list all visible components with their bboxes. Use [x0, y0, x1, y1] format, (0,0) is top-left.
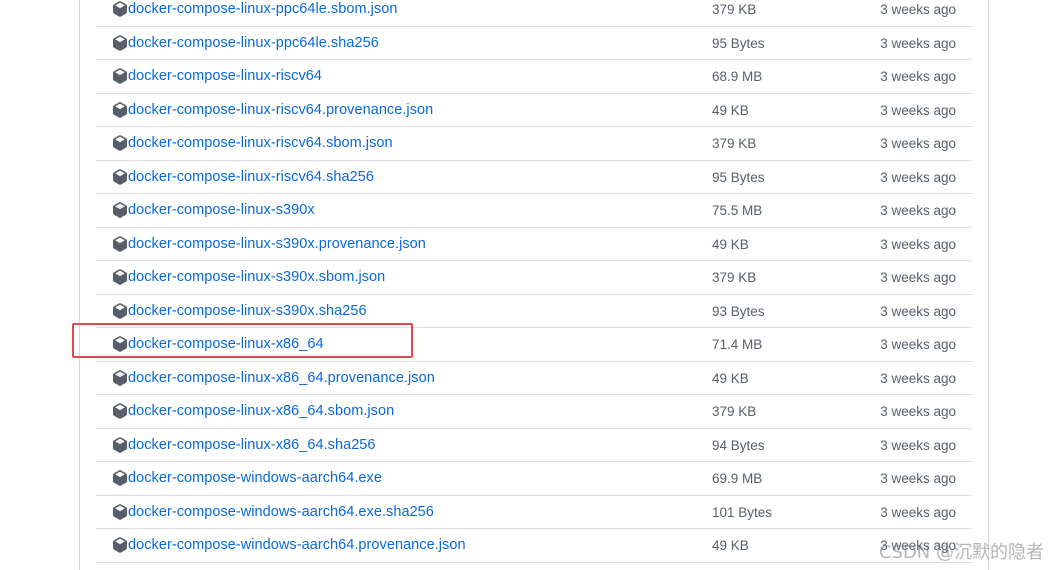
package-icon — [113, 202, 127, 218]
asset-name-link[interactable]: docker-compose-linux-riscv64.sbom.json — [128, 135, 393, 151]
asset-date: 3 weeks ago — [880, 270, 956, 285]
asset-list: docker-compose-linux-ppc64le.sbom.json 3… — [96, 0, 972, 563]
asset-date: 3 weeks ago — [880, 303, 956, 319]
asset-name-link[interactable]: docker-compose-windows-aarch64.exe — [128, 470, 382, 486]
package-icon — [113, 1, 127, 17]
asset-row: docker-compose-linux-ppc64le.sbom.json 3… — [96, 0, 972, 27]
asset-size: 95 Bytes — [712, 169, 765, 185]
asset-date: 3 weeks ago — [880, 2, 956, 17]
package-icon — [113, 470, 127, 486]
asset-row-highlighted: docker-compose-linux-x86_64 71.4 MB 3 we… — [96, 328, 972, 362]
asset-size: 68.9 MB — [712, 69, 763, 84]
package-icon — [113, 403, 127, 419]
asset-date: 3 weeks ago — [880, 337, 956, 352]
asset-row: docker-compose-windows-aarch64.provenanc… — [96, 529, 972, 563]
asset-date: 3 weeks ago — [880, 169, 956, 185]
package-icon — [113, 369, 127, 386]
asset-name-link[interactable]: docker-compose-linux-x86_64.sha256 — [128, 437, 376, 453]
asset-date: 3 weeks ago — [880, 370, 956, 386]
asset-row: docker-compose-linux-x86_64.sbom.json 37… — [96, 395, 972, 429]
asset-date: 3 weeks ago — [880, 236, 956, 252]
asset-row: docker-compose-windows-aarch64.exe 69.9 … — [96, 462, 972, 496]
asset-name-link[interactable]: docker-compose-linux-riscv64.sha256 — [128, 169, 374, 185]
asset-size: 379 KB — [712, 270, 757, 285]
package-icon — [113, 135, 127, 151]
asset-date: 3 weeks ago — [880, 404, 956, 419]
asset-row: docker-compose-linux-s390x.provenance.js… — [96, 228, 972, 261]
package-icon — [113, 269, 127, 285]
asset-name-link[interactable]: docker-compose-linux-s390x.sha256 — [128, 303, 367, 319]
asset-row: docker-compose-linux-s390x.sbom.json 379… — [96, 261, 972, 295]
asset-size: 379 KB — [712, 2, 757, 17]
asset-date: 3 weeks ago — [880, 471, 956, 486]
asset-size: 379 KB — [712, 404, 757, 419]
asset-name-link[interactable]: docker-compose-linux-x86_64.provenance.j… — [128, 370, 435, 386]
asset-name-link[interactable]: docker-compose-linux-s390x.provenance.js… — [128, 236, 426, 252]
asset-name-link[interactable]: docker-compose-linux-riscv64 — [128, 68, 322, 84]
package-icon — [113, 101, 127, 118]
package-icon — [113, 436, 127, 453]
package-icon — [113, 302, 127, 319]
asset-size: 93 Bytes — [712, 303, 765, 319]
asset-size: 101 Bytes — [712, 504, 773, 520]
asset-name-link[interactable]: docker-compose-linux-ppc64le.sha256 — [128, 35, 379, 51]
asset-row: docker-compose-linux-x86_64.provenance.j… — [96, 362, 972, 395]
release-assets-page: docker-compose-linux-ppc64le.sbom.json 3… — [0, 0, 1048, 570]
asset-date: 3 weeks ago — [880, 437, 956, 453]
asset-date: 3 weeks ago — [880, 203, 956, 218]
asset-name-link[interactable]: docker-compose-linux-riscv64.provenance.… — [128, 102, 433, 118]
package-icon — [113, 537, 127, 553]
asset-date: 3 weeks ago — [880, 504, 956, 520]
asset-name-link[interactable]: docker-compose-linux-s390x — [128, 202, 315, 218]
asset-row: docker-compose-linux-riscv64.sha256 95 B… — [96, 161, 972, 194]
asset-row: docker-compose-linux-s390x.sha256 93 Byt… — [96, 295, 972, 328]
package-icon — [113, 336, 127, 352]
asset-size: 49 KB — [712, 370, 749, 386]
panel-left-border — [79, 0, 80, 570]
asset-size: 94 Bytes — [712, 437, 765, 453]
package-icon — [113, 503, 127, 520]
asset-size: 49 KB — [712, 102, 749, 118]
watermark: CSDN @沉默的隐者 — [878, 542, 1044, 563]
panel-right-border — [988, 0, 989, 570]
package-icon — [113, 168, 127, 185]
asset-name-link[interactable]: docker-compose-linux-x86_64 — [128, 336, 324, 352]
asset-date: 3 weeks ago — [880, 69, 956, 84]
asset-size: 71.4 MB — [712, 337, 763, 352]
asset-name-link[interactable]: docker-compose-windows-aarch64.provenanc… — [128, 537, 466, 553]
asset-row: docker-compose-windows-aarch64.exe.sha25… — [96, 496, 972, 529]
asset-name-link[interactable]: docker-compose-linux-x86_64.sbom.json — [128, 403, 394, 419]
asset-row: docker-compose-linux-s390x 75.5 MB 3 wee… — [96, 194, 972, 228]
asset-row: docker-compose-linux-riscv64.sbom.json 3… — [96, 127, 972, 161]
asset-row: docker-compose-linux-x86_64.sha256 94 By… — [96, 429, 972, 462]
asset-size: 75.5 MB — [712, 203, 763, 218]
asset-size: 69.9 MB — [712, 471, 763, 486]
asset-row: docker-compose-linux-ppc64le.sha256 95 B… — [96, 27, 972, 60]
package-icon — [113, 34, 127, 51]
asset-name-link[interactable]: docker-compose-linux-ppc64le.sbom.json — [128, 1, 397, 17]
asset-date: 3 weeks ago — [880, 102, 956, 118]
asset-row: docker-compose-linux-riscv64.provenance.… — [96, 94, 972, 127]
asset-row: docker-compose-linux-riscv64 68.9 MB 3 w… — [96, 60, 972, 94]
asset-size: 379 KB — [712, 136, 757, 151]
asset-date: 3 weeks ago — [880, 35, 956, 51]
package-icon — [113, 235, 127, 252]
asset-date: 3 weeks ago — [880, 136, 956, 151]
asset-size: 49 KB — [712, 236, 749, 252]
asset-name-link[interactable]: docker-compose-windows-aarch64.exe.sha25… — [128, 504, 434, 520]
asset-name-link[interactable]: docker-compose-linux-s390x.sbom.json — [128, 269, 385, 285]
asset-size: 49 KB — [712, 538, 749, 553]
package-icon — [113, 68, 127, 84]
asset-size: 95 Bytes — [712, 35, 765, 51]
